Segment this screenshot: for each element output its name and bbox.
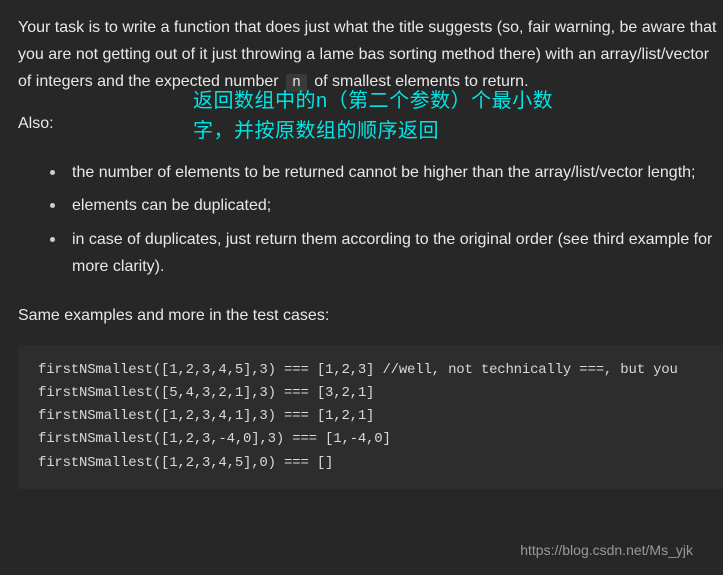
examples-intro: Same examples and more in the test cases… [18, 302, 723, 329]
code-line: firstNSmallest([1,2,3,4,1],3) === [1,2,1… [38, 408, 374, 424]
task-description: Your task is to write a function that do… [18, 14, 723, 96]
code-line: firstNSmallest([1,2,3,4,5],3) === [1,2,3… [38, 362, 678, 378]
chinese-annotation: 返回数组中的n（第二个参数）个最小数 字，并按原数组的顺序返回 [193, 86, 553, 146]
annotation-line2: 字，并按原数组的顺序返回 [193, 120, 439, 142]
requirements-list: the number of elements to be returned ca… [18, 159, 723, 280]
list-item: elements can be duplicated; [56, 192, 723, 219]
code-line: firstNSmallest([1,2,3,4,5],0) === [] [38, 455, 333, 471]
list-item: the number of elements to be returned ca… [56, 159, 723, 186]
list-item: in case of duplicates, just return them … [56, 226, 723, 280]
code-line: firstNSmallest([1,2,3,-4,0],3) === [1,-4… [38, 431, 391, 447]
annotation-line1: 返回数组中的n（第二个参数）个最小数 [193, 90, 553, 112]
watermark: https://blog.csdn.net/Ms_yjk [520, 539, 693, 563]
code-block: firstNSmallest([1,2,3,4,5],3) === [1,2,3… [18, 345, 723, 488]
code-line: firstNSmallest([5,4,3,2,1],3) === [3,2,1… [38, 385, 374, 401]
